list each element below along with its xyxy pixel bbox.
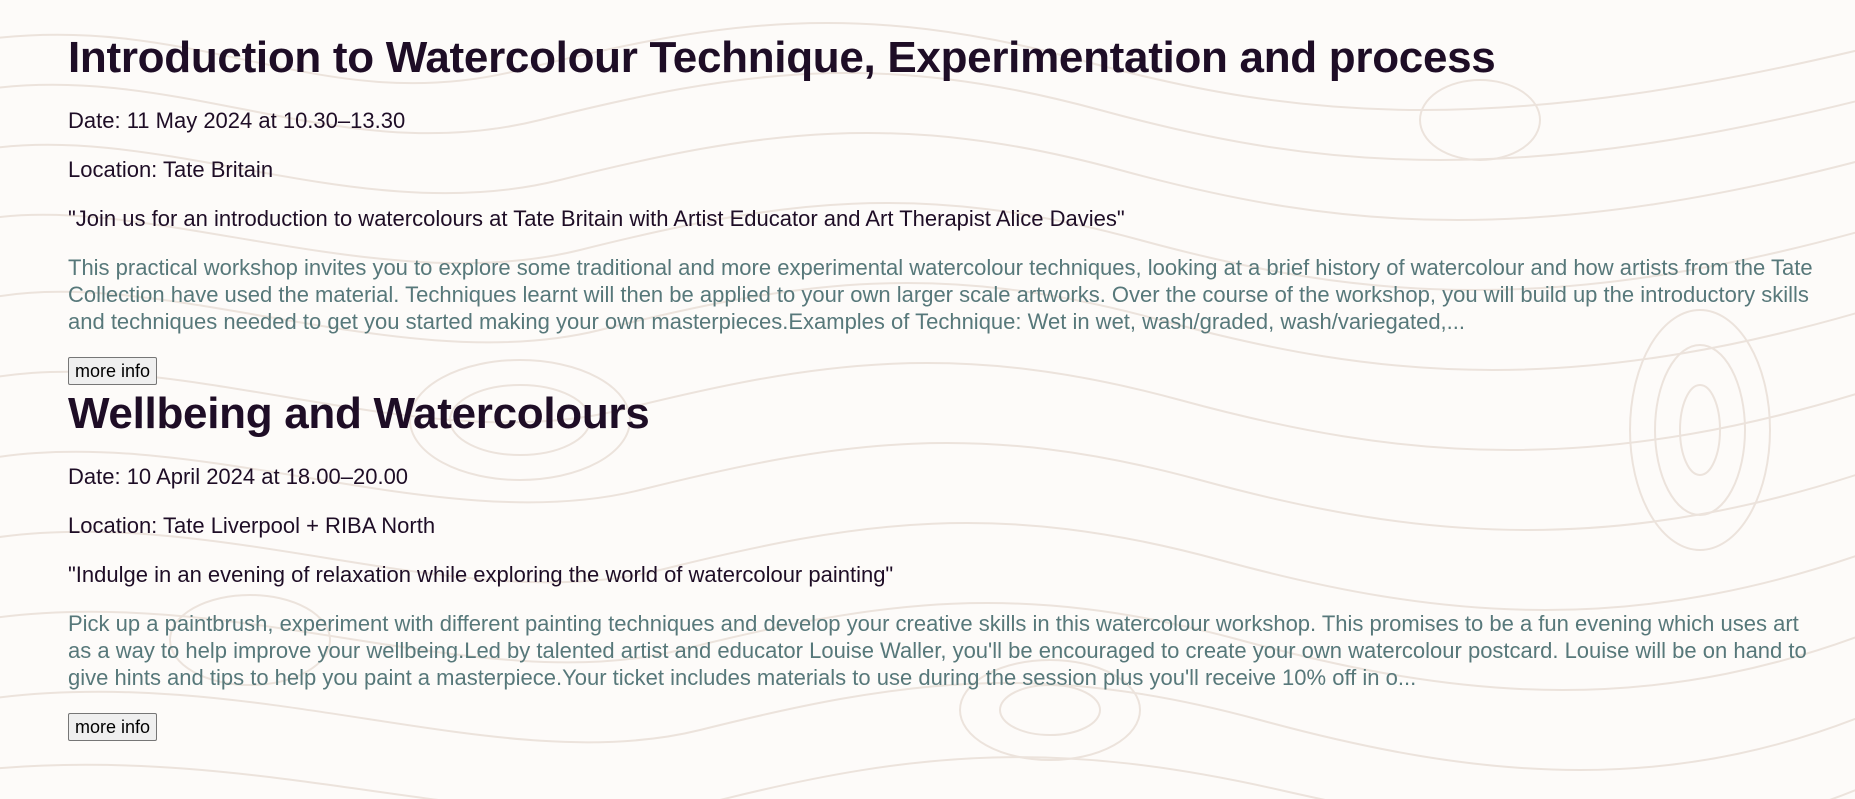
more-info-button[interactable]: more info [68,356,158,385]
event-description: Pick up a paintbrush, experiment with di… [68,610,1807,690]
event-description: This practical workshop invites you to e… [68,254,1813,334]
event-quote: "Join us for an introduction to watercol… [68,205,1125,231]
event-title: Introduction to Watercolour Technique, E… [68,33,1496,82]
more-info-button[interactable]: more info [68,712,158,741]
events-list: Introduction to Watercolour Technique, E… [0,0,1855,741]
event-quote: "Indulge in an evening of relaxation whi… [68,561,894,587]
event-card: Introduction to Watercolour Technique, E… [68,0,1831,385]
event-location: Location: Tate Britain [68,156,274,182]
event-date: Date: 10 April 2024 at 18.00–20.00 [68,463,409,489]
event-date: Date: 11 May 2024 at 10.30–13.30 [68,107,406,133]
event-location: Location: Tate Liverpool + RIBA North [68,512,436,538]
event-title: Wellbeing and Watercolours [68,388,650,438]
event-card: Wellbeing and Watercolours Date: 10 Apri… [68,385,1831,741]
